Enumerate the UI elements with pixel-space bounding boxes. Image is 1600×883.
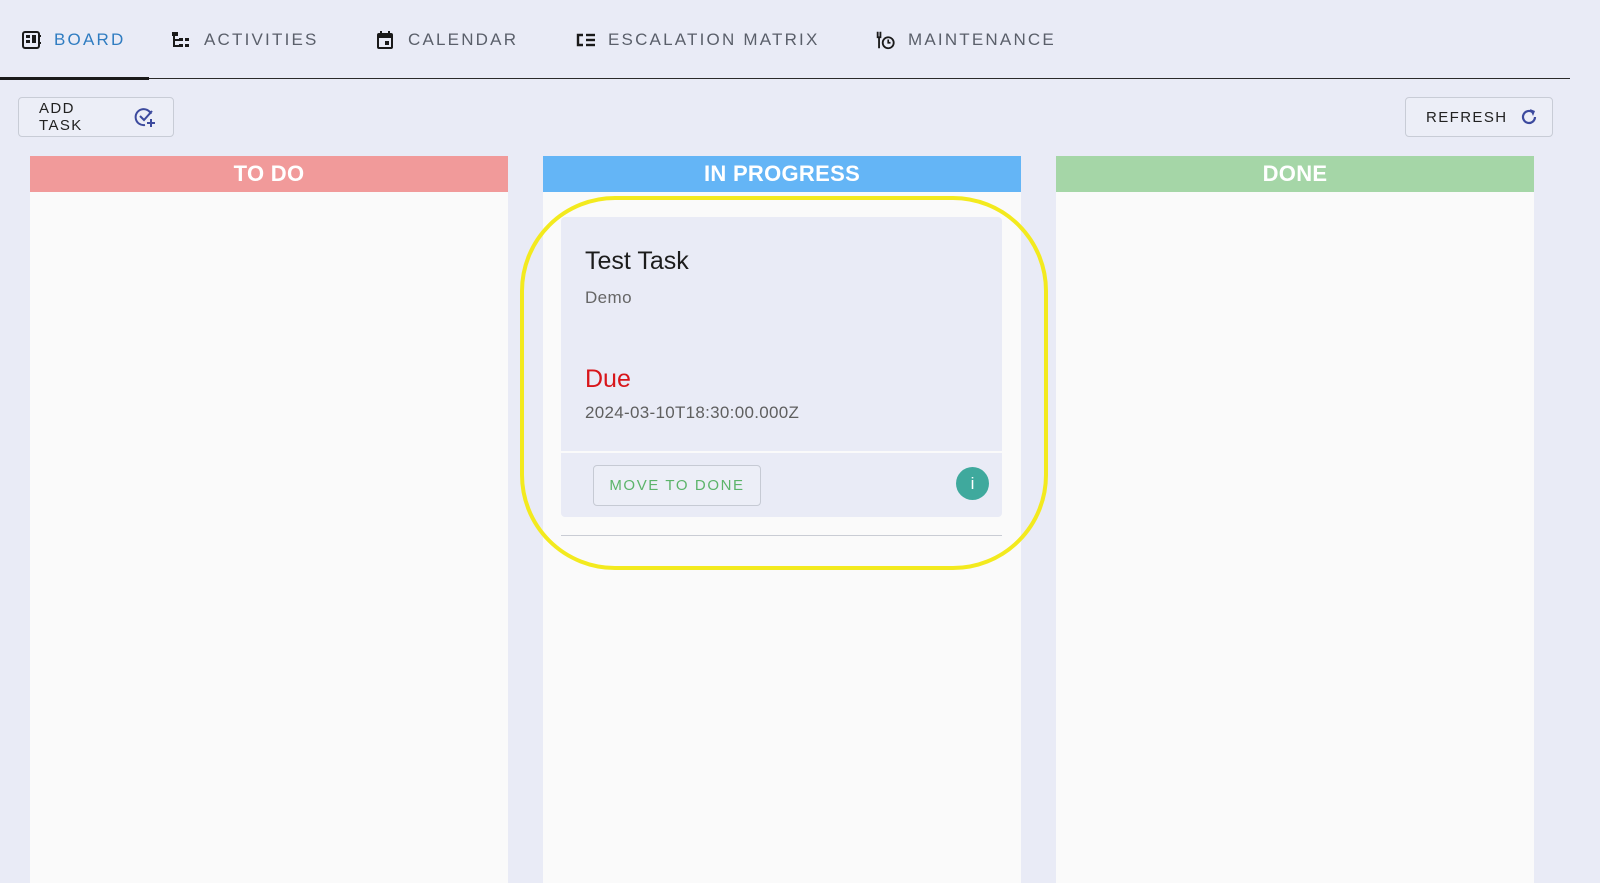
add-task-icon (133, 105, 157, 129)
due-date: 2024-03-10T18:30:00.000Z (585, 403, 800, 422)
column-header: DONE (1056, 156, 1534, 192)
tab-label: MAINTENANCE (908, 29, 1056, 49)
tab-calendar[interactable]: CALENDAR (374, 0, 518, 79)
info-icon: i (970, 473, 975, 493)
tab-label: BOARD (54, 29, 126, 49)
tab-bar: BOARD ACTIVITIES CALENDAR ESCALATION MAT… (0, 0, 1570, 80)
column-done: DONE (1056, 156, 1534, 883)
task-title: Test Task (585, 247, 689, 275)
card-divider (561, 535, 1002, 536)
task-card[interactable]: Test Task Demo Due 2024-03-10T18:30:00.0… (561, 217, 1002, 517)
refresh-button[interactable]: REFRESH (1405, 97, 1553, 137)
escalation-icon (574, 29, 596, 51)
column-header: IN PROGRESS (543, 156, 1021, 192)
column-todo: TO DO (30, 156, 508, 883)
info-button[interactable]: i (956, 467, 989, 500)
card-separator (561, 451, 1002, 453)
maintenance-icon (874, 29, 896, 51)
tab-activities[interactable]: ACTIVITIES (170, 0, 319, 79)
activities-icon (170, 29, 192, 51)
tab-escalation-matrix[interactable]: ESCALATION MATRIX (574, 0, 820, 79)
due-label: Due (585, 365, 631, 393)
tab-maintenance[interactable]: MAINTENANCE (874, 0, 1056, 79)
scrollbar[interactable] (1570, 0, 1600, 883)
task-subtitle: Demo (585, 288, 632, 307)
add-task-button[interactable]: ADD TASK (18, 97, 174, 137)
board-icon (20, 29, 42, 51)
tab-label: ESCALATION MATRIX (608, 29, 820, 49)
column-header: TO DO (30, 156, 508, 192)
tab-label: ACTIVITIES (204, 29, 319, 49)
move-to-done-button[interactable]: MOVE TO DONE (593, 465, 761, 506)
tab-board[interactable]: BOARD (0, 0, 151, 80)
calendar-icon (374, 29, 396, 51)
tab-label: CALENDAR (408, 29, 519, 49)
refresh-label: REFRESH (1426, 108, 1508, 126)
refresh-icon (1519, 105, 1539, 129)
add-task-label: ADD TASK (39, 100, 83, 134)
